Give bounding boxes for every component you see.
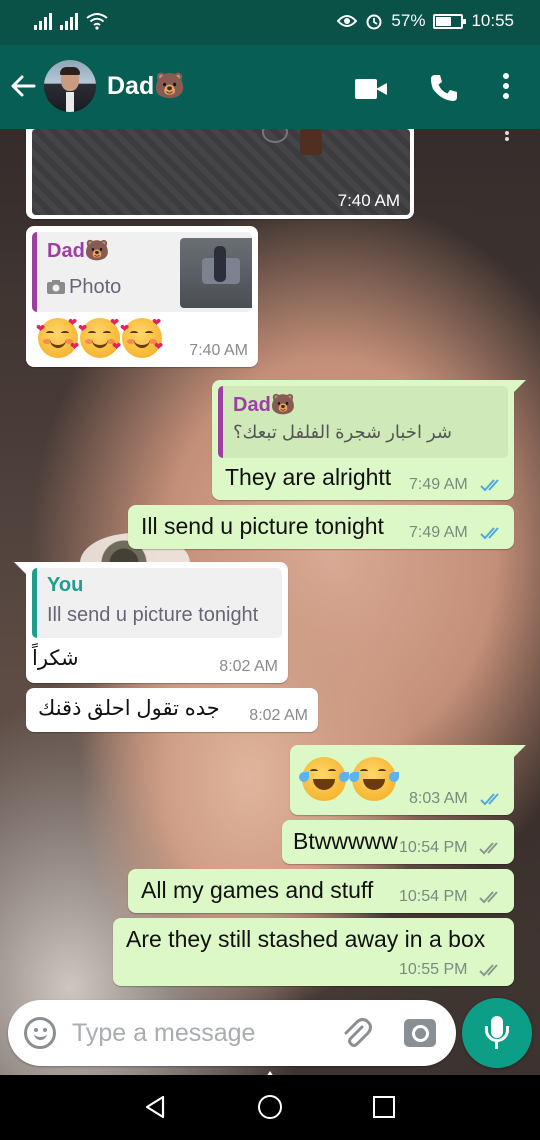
tears-of-joy-emoji-icon <box>349 757 399 801</box>
double-check-gray-icon <box>479 842 498 855</box>
eye-comfort-icon <box>337 15 358 27</box>
message-time: 8:03 AM <box>409 790 468 807</box>
alarm-icon <box>366 14 382 30</box>
back-arrow-icon[interactable] <box>8 71 40 103</box>
bubble-tail <box>514 380 526 392</box>
nav-back-icon[interactable] <box>143 1095 167 1119</box>
phone-icon[interactable] <box>428 72 460 104</box>
message-time: 7:49 AM <box>409 476 468 493</box>
smiling-hearts-emoji-icon: ❤ ❤ ❤ <box>78 317 121 358</box>
system-nav-bar <box>0 1075 540 1140</box>
message-time: 7:49 AM <box>409 524 468 541</box>
camera-icon[interactable] <box>404 1019 436 1047</box>
smiling-hearts-emoji-icon: ❤ ❤ ❤ <box>120 317 163 358</box>
quote-bar <box>218 386 223 458</box>
message-text: Btwwwww <box>293 828 398 854</box>
more-vert-icon[interactable] <box>500 73 512 103</box>
quote-text-label: Photo <box>69 276 122 298</box>
message-text: All my games and stuff <box>141 877 374 903</box>
nav-home-icon[interactable] <box>258 1095 282 1119</box>
mic-button[interactable] <box>462 998 532 1068</box>
message-time: 10:54 PM <box>399 888 468 905</box>
message-input[interactable] <box>72 1014 332 1052</box>
battery-icon <box>433 13 467 29</box>
bubble-tail <box>514 745 526 757</box>
signal-indicators <box>34 12 108 30</box>
message-text: Are they still stashed away in a box <box>126 926 486 952</box>
mic-icon-arc <box>485 1026 509 1042</box>
image-more-icon[interactable] <box>505 131 511 141</box>
message-time: 8:02 AM <box>249 707 308 724</box>
message-bubble[interactable]: جده تقول احلق ذقنك 8:02 AM <box>26 688 318 732</box>
wifi-icon <box>86 13 108 30</box>
avatar-hair <box>60 67 80 75</box>
message-bubble[interactable]: Btwwwww 10:54 PM <box>282 820 514 864</box>
quoted-message[interactable]: You Ill send u picture tonight <box>32 568 282 638</box>
message-bubble[interactable]: Ill send u picture tonight 7:49 AM <box>128 505 514 549</box>
signal-icon-2 <box>60 12 78 30</box>
avatar-shirt <box>66 92 74 112</box>
quoted-message[interactable]: Dad🐻 Photo <box>32 232 252 312</box>
message-text: They are alrightt <box>225 464 392 490</box>
avatar[interactable] <box>44 60 96 112</box>
double-check-blue-icon <box>480 527 499 540</box>
message-time: 7:40 AM <box>189 342 248 359</box>
quote-text: Photo <box>47 276 121 299</box>
mic-icon-stem <box>495 1042 498 1049</box>
status-bar: 57% 10:55 <box>0 0 540 45</box>
chat-header: Dad🐻 <box>0 45 540 129</box>
message-composer <box>8 1000 456 1066</box>
double-check-blue-icon <box>480 479 499 492</box>
bubble-tail <box>14 562 26 574</box>
nav-recents-icon[interactable] <box>373 1096 395 1118</box>
message-bubble[interactable]: Dad🐻 شر اخبار شجرة الفلفل تبعك؟ They are… <box>212 380 514 500</box>
message-bubble[interactable]: Are they still stashed away in a box 10:… <box>113 918 514 986</box>
status-right: 57% 10:55 <box>337 11 514 31</box>
quote-bar <box>32 232 37 312</box>
message-text: جده تقول احلق ذقنك <box>38 697 220 720</box>
quote-text: Ill send u picture tonight <box>47 604 259 626</box>
signal-icon <box>34 12 52 30</box>
emoji-row: ❤ ❤ ❤ ❤ ❤ ❤ ❤ ❤ ❤ <box>36 317 178 358</box>
emoji-row <box>299 757 402 801</box>
message-time: 10:55 PM <box>399 961 468 978</box>
double-check-blue-icon <box>480 793 499 806</box>
message-bubble[interactable]: All my games and stuff 10:54 PM <box>128 869 514 913</box>
quote-sender: Dad🐻 <box>47 240 110 262</box>
message-text: Ill send u picture tonight <box>141 513 384 539</box>
quote-sender: You <box>47 574 84 596</box>
message-time: 10:54 PM <box>399 839 468 856</box>
video-call-icon[interactable] <box>355 79 389 99</box>
message-bubble[interactable]: 8:03 AM <box>290 745 514 815</box>
message-bubble[interactable]: You Ill send u picture tonight شكراً 8:0… <box>26 562 288 683</box>
image-cable <box>262 129 288 143</box>
double-check-gray-icon <box>479 964 498 977</box>
camera-small-icon <box>47 280 65 294</box>
tears-of-joy-emoji-icon <box>299 757 349 801</box>
message-time: 8:02 AM <box>219 658 278 675</box>
smiling-hearts-emoji-icon: ❤ ❤ ❤ <box>36 317 79 358</box>
clock: 10:55 <box>471 11 514 30</box>
message-bubble[interactable]: Dad🐻 Photo ❤ ❤ ❤ ❤ ❤ ❤ ❤ ❤ ❤ 7:40 AM <box>26 226 258 367</box>
message-image-bubble[interactable]: 7:40 AM <box>26 129 414 219</box>
message-time: 7:40 AM <box>337 191 400 210</box>
quote-bar <box>32 568 37 638</box>
message-text: شكراً <box>32 647 79 670</box>
quote-text: شر اخبار شجرة الفلفل تبعك؟ <box>233 422 452 442</box>
contact-name[interactable]: Dad🐻 <box>107 72 185 101</box>
paperclip-icon[interactable] <box>338 1015 374 1051</box>
quote-sender: Dad🐻 <box>233 394 296 416</box>
image-chair <box>300 129 322 155</box>
battery-percent: 57% <box>391 11 426 30</box>
quoted-message[interactable]: Dad🐻 شر اخبار شجرة الفلفل تبعك؟ <box>218 386 508 458</box>
emoji-icon[interactable] <box>24 1017 56 1049</box>
double-check-gray-icon <box>479 891 498 904</box>
quote-thumbnail <box>180 238 252 308</box>
